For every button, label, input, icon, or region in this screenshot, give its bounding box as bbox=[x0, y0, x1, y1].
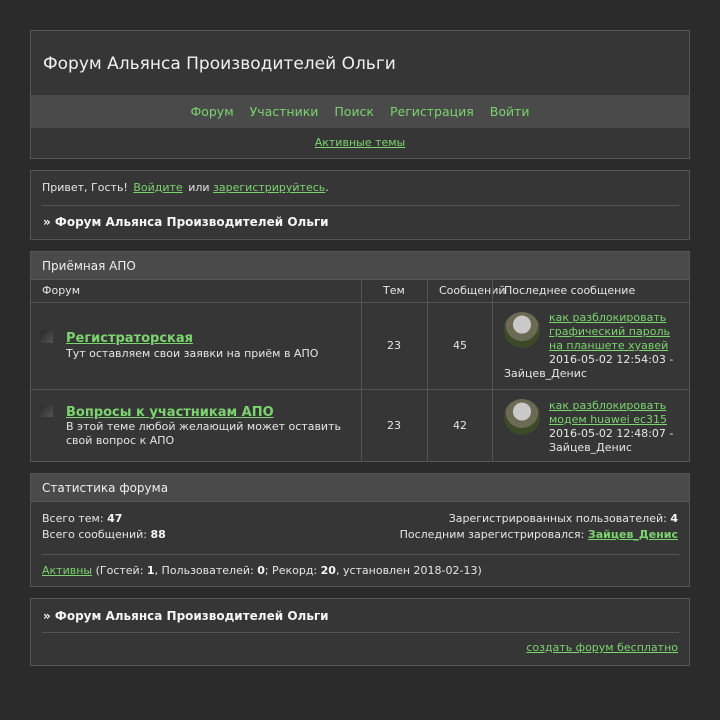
last-post-author: Зайцев_Денис bbox=[549, 441, 632, 454]
total-topics: Всего тем: 47 bbox=[42, 512, 122, 525]
divider bbox=[42, 205, 679, 206]
col-forum: Форум bbox=[42, 284, 80, 297]
breadcrumb: » Форум Альянса Производителей Ольги bbox=[43, 215, 329, 229]
forum-header: Форум Альянса Производителей Ольги Форум… bbox=[30, 30, 690, 159]
forum-status-icon bbox=[41, 405, 53, 417]
last-post-author: Зайцев_Денис bbox=[504, 367, 587, 380]
category-box: Приёмная АПО Форум Тем Сообщений Последн… bbox=[30, 251, 690, 462]
forum-status-icon bbox=[41, 331, 53, 343]
guests-value: 1 bbox=[146, 564, 155, 577]
divider bbox=[42, 554, 679, 555]
dot-text: . bbox=[325, 181, 329, 194]
total-topics-label: Всего тем: bbox=[42, 512, 104, 525]
category-title: Приёмная АПО bbox=[31, 252, 689, 280]
welcome-message: Привет, Гость! Войдите или зарегистрируй… bbox=[42, 181, 329, 194]
sub-nav: Активные темы bbox=[31, 128, 689, 158]
topic-count: 23 bbox=[387, 339, 401, 352]
forum-link[interactable]: Вопросы к участникам АПО bbox=[66, 405, 274, 420]
post-count: 45 bbox=[453, 339, 467, 352]
last-registered-user-link[interactable]: Зайцев_Денис bbox=[588, 528, 678, 541]
nav-login[interactable]: Войти bbox=[490, 104, 530, 119]
col-posts: Сообщений bbox=[439, 284, 506, 297]
divider bbox=[42, 632, 679, 633]
nav-search[interactable]: Поиск bbox=[334, 104, 374, 119]
record-date: , установлен 2018-02-13) bbox=[335, 564, 482, 577]
avatar bbox=[504, 312, 540, 348]
online-stats: Активны (Гостей: 1, Пользователей: 0; Ре… bbox=[42, 564, 482, 577]
total-posts-label: Всего сообщений: bbox=[42, 528, 147, 541]
forum-row: Вопросы к участникам АПО В этой теме люб… bbox=[31, 390, 689, 462]
column-headers: Форум Тем Сообщений Последнее сообщение bbox=[31, 280, 689, 303]
last-post-link[interactable]: как разблокировать графический пароль на… bbox=[549, 311, 670, 352]
last-post-info: как разблокировать графический пароль на… bbox=[549, 311, 684, 367]
nav-members[interactable]: Участники bbox=[250, 104, 319, 119]
total-topics-value: 47 bbox=[107, 512, 123, 525]
members-value: 0 bbox=[257, 564, 265, 577]
record-value: 20 bbox=[320, 564, 336, 577]
create-forum-link[interactable]: создать форум бесплатно bbox=[526, 641, 678, 654]
guests-label: (Гостей: bbox=[95, 564, 144, 577]
last-post-info: как разблокировать модем huawei ec315 20… bbox=[549, 399, 684, 455]
registered-users-value: 4 bbox=[670, 512, 678, 525]
welcome-box: Привет, Гость! Войдите или зарегистрируй… bbox=[30, 170, 690, 240]
nav-forum[interactable]: Форум bbox=[190, 104, 233, 119]
col-topics: Тем bbox=[383, 284, 405, 297]
registered-users: Зарегистрированных пользователей: 4 bbox=[449, 512, 678, 525]
topic-count: 23 bbox=[387, 419, 401, 432]
forum-row: Регистраторская Тут оставляем свои заявк… bbox=[31, 303, 689, 390]
registered-users-label: Зарегистрированных пользователей: bbox=[448, 512, 667, 525]
forum-description: В этой теме любой желающий может оставит… bbox=[66, 420, 341, 447]
nav-register[interactable]: Регистрация bbox=[390, 104, 474, 119]
record-label: ; Рекорд: bbox=[264, 564, 318, 577]
post-count: 42 bbox=[453, 419, 467, 432]
last-post-date: 2016-05-02 12:48:07 - bbox=[549, 427, 674, 440]
stats-title: Статистика форума bbox=[31, 474, 689, 502]
or-text: или bbox=[188, 181, 210, 194]
last-post-link[interactable]: как разблокировать модем huawei ec315 bbox=[549, 399, 667, 426]
last-registered-label: Последним зарегистрировался: bbox=[399, 528, 585, 541]
login-link[interactable]: Войдите bbox=[133, 181, 182, 194]
total-posts-value: 88 bbox=[150, 528, 166, 541]
active-topics-link[interactable]: Активные темы bbox=[315, 136, 406, 149]
active-users-link[interactable]: Активны bbox=[42, 564, 92, 577]
register-link[interactable]: зарегистрируйтесь bbox=[213, 181, 325, 194]
forum-link[interactable]: Регистраторская bbox=[66, 331, 193, 346]
greeting-text: Привет, Гость! bbox=[42, 181, 128, 194]
footer-breadcrumb: » Форум Альянса Производителей Ольги bbox=[43, 609, 329, 623]
last-registered: Последним зарегистрировался: Зайцев_Дени… bbox=[400, 528, 678, 541]
site-title: Форум Альянса Производителей Ольги bbox=[43, 54, 396, 74]
last-post-date: 2016-05-02 12:54:03 - bbox=[549, 353, 674, 366]
footer-box: » Форум Альянса Производителей Ольги соз… bbox=[30, 598, 690, 666]
forum-description: Тут оставляем свои заявки на приём в АПО bbox=[66, 347, 319, 360]
main-nav: Форум Участники Поиск Регистрация Войти bbox=[31, 95, 689, 128]
stats-box: Статистика форума Всего тем: 47 Всего со… bbox=[30, 473, 690, 587]
col-last-post: Последнее сообщение bbox=[504, 284, 636, 297]
avatar bbox=[504, 399, 540, 435]
total-posts: Всего сообщений: 88 bbox=[42, 528, 166, 541]
members-label: , Пользователей: bbox=[154, 564, 254, 577]
